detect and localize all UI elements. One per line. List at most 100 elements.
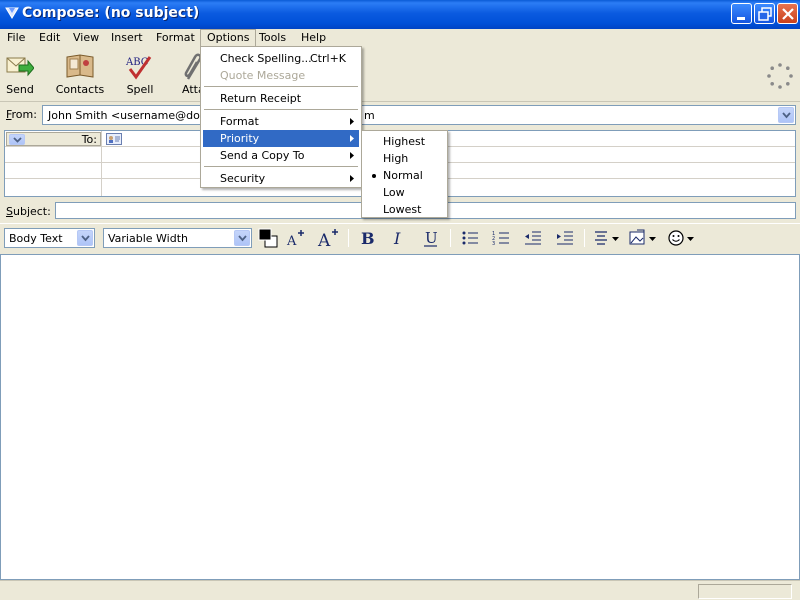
priority-item-highest[interactable]: Highest [364,133,445,150]
menu-item-label: Priority [220,132,260,145]
menu-item-label: Return Receipt [220,92,302,105]
menu-item-label: High [383,152,409,165]
priority-item-normal[interactable]: Normal [364,167,445,184]
app-icon [5,7,19,19]
underline-icon[interactable]: U [420,227,442,249]
address-card-icon [106,133,122,145]
menu-file[interactable]: File [1,29,31,47]
chevron-down-icon [782,112,791,119]
options-menu: Check Spelling... Ctrl+K Quote Message R… [200,46,362,188]
close-button[interactable] [777,3,798,24]
menu-separator [204,109,358,110]
from-label: From: [6,108,37,121]
restore-icon [758,7,772,21]
submenu-arrow-icon [350,135,354,142]
chevron-down-icon [81,235,90,242]
svg-text:A: A [286,234,297,249]
contacts-button[interactable]: Contacts [50,48,110,100]
compose-window: Compose: (no subject) File Edit View Ins… [0,0,800,600]
priority-submenu: Highest High Normal Low Lowest [361,130,448,218]
priority-item-high[interactable]: High [364,150,445,167]
minimize-button[interactable] [731,3,752,24]
menu-help[interactable]: Help [295,29,332,47]
menu-separator [204,166,358,167]
svg-text:B: B [361,229,375,248]
paragraph-style-select[interactable]: Body Text [4,228,95,248]
menu-item-priority[interactable]: Priority [203,130,359,147]
from-select[interactable]: John Smith <username@domai m [42,105,796,125]
to-label: To: [81,133,97,146]
subject-label: Subject: [6,205,51,218]
menu-edit[interactable]: Edit [33,29,66,47]
submenu-arrow-icon [350,175,354,182]
message-body-editor[interactable] [0,254,800,580]
chevron-down-icon [13,137,22,143]
smiley-icon[interactable] [666,227,696,249]
submenu-arrow-icon [350,118,354,125]
svg-text:A: A [317,231,331,249]
from-dropdown-button[interactable] [778,107,794,123]
menu-item-return-receipt[interactable]: Return Receipt [203,90,359,107]
menu-item-label: Lowest [383,203,422,216]
increase-font-size-icon[interactable]: A [316,227,342,249]
insert-icon[interactable] [627,227,659,249]
title-bar[interactable]: Compose: (no subject) [0,0,800,29]
toolbar-separator [348,229,349,247]
font-value: Variable Width [108,232,188,245]
priority-item-low[interactable]: Low [364,184,445,201]
align-icon[interactable] [592,227,622,249]
menu-tools[interactable]: Tools [253,29,292,47]
bold-icon[interactable]: B [356,227,378,249]
decrease-font-size-icon[interactable]: A [284,227,308,249]
spell-button[interactable]: ABC Spell [110,48,170,100]
menu-separator [204,86,358,87]
bullet-list-icon[interactable] [459,227,481,249]
menu-item-check-spelling[interactable]: Check Spelling... Ctrl+K [203,50,359,67]
menu-options[interactable]: Options [200,29,257,47]
format-toolbar: Body Text Variable Width A A B I U 1 2 3 [0,223,800,251]
menu-item-send-copy-to[interactable]: Send a Copy To [203,147,359,164]
font-dropdown[interactable] [234,230,250,246]
menu-item-label: Send a Copy To [220,149,305,162]
send-button[interactable]: Send [0,48,50,100]
menu-item-format[interactable]: Format [203,113,359,130]
menu-format[interactable]: Format [150,29,201,47]
close-icon [782,8,794,20]
restore-button[interactable] [754,3,775,24]
italic-icon[interactable]: I [388,227,410,249]
indent-icon[interactable] [554,227,576,249]
radio-selected-icon [372,174,376,178]
font-select[interactable]: Variable Width [103,228,252,248]
paragraph-style-dropdown[interactable] [77,230,93,246]
outdent-icon[interactable] [522,227,544,249]
text-color-icon[interactable] [257,227,279,249]
send-icon [6,57,34,77]
menu-item-quote-message: Quote Message [203,67,359,84]
menu-insert[interactable]: Insert [105,29,149,47]
from-value-tail: m [364,109,375,122]
paragraph-style-value: Body Text [9,232,63,245]
status-progress-panel [698,584,792,599]
menu-view[interactable]: View [67,29,105,47]
numbered-list-icon[interactable]: 123 [490,227,512,249]
toolbar-separator [450,229,451,247]
menu-item-label: Normal [383,169,423,182]
menu-item-label: Format [220,115,259,128]
send-label: Send [6,83,34,96]
address-type-select[interactable]: To: [6,132,101,146]
contacts-label: Contacts [55,83,105,96]
menu-item-accel: Ctrl+K [310,52,347,65]
menu-item-security[interactable]: Security [203,170,359,187]
status-bar [0,580,800,600]
minimize-icon [737,17,745,20]
address-type-dropdown[interactable] [9,134,25,145]
spell-icon: ABC [125,56,152,80]
menu-item-label: Check Spelling... [220,52,312,65]
menu-item-label: Security [220,172,266,185]
priority-item-lowest[interactable]: Lowest [364,201,445,218]
svg-text:I: I [393,229,401,248]
submenu-arrow-icon [350,152,354,159]
throbber-icon [767,63,793,89]
chevron-down-icon [238,235,247,242]
svg-text:3: 3 [492,241,495,247]
